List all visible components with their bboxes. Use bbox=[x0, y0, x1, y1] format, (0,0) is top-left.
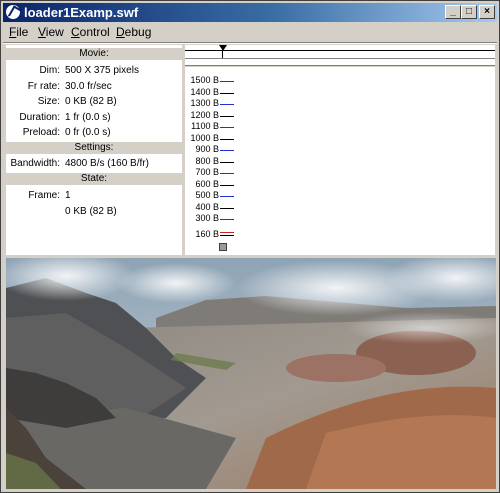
graph-tick bbox=[220, 161, 234, 163]
close-button[interactable]: × bbox=[479, 5, 495, 19]
graph-tick bbox=[220, 184, 234, 186]
preload-value: 0 fr (0.0 s) bbox=[65, 127, 111, 138]
frame-timeline[interactable] bbox=[185, 45, 495, 66]
bandwidth-graph: 1500 B 1400 B 1300 B 1200 B 1100 B 1000 B 900 … bbox=[185, 67, 495, 255]
menu-view[interactable]: View bbox=[38, 25, 64, 39]
graph-tick bbox=[220, 81, 234, 82]
info-panel: Movie: Dim: 500 X 375 pixels Fr rate: 30… bbox=[6, 45, 182, 255]
graph-tick bbox=[220, 173, 234, 174]
graph-tick bbox=[220, 207, 234, 209]
graph-axis-label: 1400 B bbox=[190, 86, 219, 97]
dim-value: 500 X 375 pixels bbox=[65, 65, 139, 76]
graph-axis-label: 1000 B bbox=[190, 132, 219, 143]
state-header: State: bbox=[6, 173, 182, 185]
playhead-stem bbox=[222, 50, 223, 58]
graph-axis-label: 1200 B bbox=[190, 109, 219, 120]
bandwidth-value: 4800 B/s (160 B/fr) bbox=[65, 158, 149, 169]
movie-header: Movie: bbox=[6, 48, 182, 60]
graph-tick bbox=[220, 196, 234, 197]
graph-axis-label: 500 B bbox=[195, 190, 219, 200]
frame-label: Frame: bbox=[28, 190, 60, 201]
player-window: loader1Examp.swf _ □ × File View Control… bbox=[0, 0, 500, 493]
dim-label: Dim: bbox=[39, 65, 60, 76]
landscape-image bbox=[6, 258, 496, 489]
graph-axis-label: 1100 B bbox=[191, 121, 219, 131]
graph-axis-label: 1500 B bbox=[190, 75, 219, 85]
menu-file[interactable]: File bbox=[9, 25, 28, 39]
size-label: Size: bbox=[37, 96, 60, 107]
graph-tick bbox=[220, 115, 234, 117]
graph-axis-label: 700 B bbox=[195, 167, 219, 177]
size-value: 0 KB (82 B) bbox=[65, 96, 117, 107]
window-title: loader1Examp.swf bbox=[24, 5, 139, 20]
timeline-baseline bbox=[185, 58, 495, 59]
menu-bar: File View Control Debug bbox=[3, 23, 497, 42]
flash-player-icon[interactable] bbox=[6, 5, 20, 19]
graph-axis-label: 900 B bbox=[195, 144, 219, 154]
graph-tick bbox=[220, 104, 234, 105]
graph-axis-label: 400 B bbox=[195, 201, 219, 212]
timeline-track bbox=[185, 50, 495, 51]
bandwidth-label: Bandwidth: bbox=[10, 158, 60, 169]
graph-axis-label: 300 B bbox=[195, 213, 219, 223]
bandwidth-limit-line bbox=[220, 231, 234, 233]
graph-tick bbox=[220, 92, 234, 94]
title-bar[interactable]: loader1Examp.swf _ □ × bbox=[3, 3, 497, 22]
graph-tick bbox=[220, 234, 234, 236]
graph-axis-label: 600 B bbox=[195, 178, 219, 189]
fr-rate-value: 30.0 fr/sec bbox=[65, 81, 112, 92]
graph-tick bbox=[220, 138, 234, 140]
graph-tick bbox=[220, 150, 234, 151]
movie-stage bbox=[6, 258, 496, 489]
menu-control[interactable]: Control bbox=[71, 25, 110, 39]
frame-value: 1 bbox=[65, 190, 71, 201]
settings-header: Settings: bbox=[6, 142, 182, 154]
graph-axis-label: 800 B bbox=[195, 155, 219, 166]
duration-value: 1 fr (0.0 s) bbox=[65, 112, 111, 123]
graph-axis-label: 160 B bbox=[195, 228, 219, 239]
fr-rate-label: Fr rate: bbox=[27, 81, 60, 92]
duration-label: Duration: bbox=[19, 112, 60, 123]
graph-tick bbox=[220, 127, 234, 128]
maximize-button[interactable]: □ bbox=[461, 5, 477, 19]
preload-label: Preload: bbox=[22, 127, 60, 138]
frame-size-bar[interactable] bbox=[219, 243, 227, 251]
menu-debug[interactable]: Debug bbox=[116, 25, 151, 39]
minimize-button[interactable]: _ bbox=[445, 5, 461, 19]
graph-axis-label: 1300 B bbox=[190, 98, 219, 108]
graph-tick bbox=[220, 219, 234, 220]
state-size-value: 0 KB (82 B) bbox=[65, 206, 117, 217]
menu-divider-highlight bbox=[3, 43, 497, 44]
playhead-icon[interactable] bbox=[219, 45, 227, 51]
